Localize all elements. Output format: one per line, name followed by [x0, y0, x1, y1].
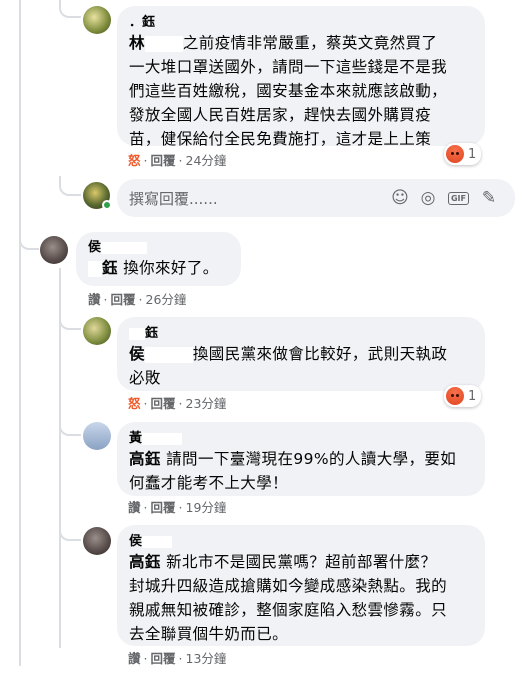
- comment-actions: 讚 · 回覆 · 26分鐘: [88, 292, 187, 308]
- angry-reaction-icon: [446, 145, 464, 163]
- timestamp[interactable]: 19分鐘: [186, 500, 227, 516]
- comment-text: 高鈺 請問一下臺灣現在99%的人讀大學，要如 何蠢才能考不上大學！: [129, 450, 457, 492]
- avatar[interactable]: [83, 6, 111, 34]
- sticker-icon[interactable]: ✎: [475, 184, 503, 212]
- reaction-link[interactable]: 怒: [128, 153, 141, 169]
- thread-elbow: [59, 310, 81, 330]
- comment-author[interactable]: ．鈺: [129, 14, 473, 31]
- reply-link[interactable]: 回覆: [111, 292, 136, 308]
- thread-elbow: [59, 0, 81, 18]
- thread-elbow: [59, 521, 81, 541]
- mention-link[interactable]: 高鈺: [129, 450, 161, 468]
- comment-bubble: 鈺 侯換國民黨來做會比較好，武則天執政 必敗: [117, 317, 485, 391]
- comment-actions: 讚 · 回覆 · 13分鐘: [128, 651, 227, 667]
- redaction-mask: [144, 346, 193, 363]
- like-link[interactable]: 讚: [128, 651, 141, 667]
- angry-reaction-icon: [446, 387, 464, 405]
- reply-input[interactable]: 撰寫回覆......: [129, 188, 386, 209]
- avatar[interactable]: [83, 317, 111, 345]
- reply-link[interactable]: 回覆: [151, 651, 176, 667]
- reaction-count-badge[interactable]: 1: [444, 143, 482, 165]
- comment-actions: 怒 · 回覆 · 24分鐘: [128, 153, 227, 169]
- thread-elbow: [59, 416, 81, 436]
- timestamp[interactable]: 26分鐘: [146, 292, 187, 308]
- mention-link[interactable]: 高鈺: [129, 553, 161, 571]
- thread-line: [19, 0, 21, 666]
- avatar[interactable]: [83, 527, 111, 555]
- avatar[interactable]: [40, 236, 68, 264]
- comment-text: 鈺 換你來好了。: [88, 256, 229, 280]
- comment-actions: 讚 · 回覆 · 19分鐘: [128, 500, 227, 516]
- comment-text: 高鈺 新北市不是國民黨嗎？超前部署什麼？ 封城升四級造成搶購如今變成感染熱點。我…: [129, 553, 448, 643]
- comment-author[interactable]: 侯: [129, 533, 473, 550]
- redaction-mask: [144, 35, 183, 52]
- reaction-link[interactable]: 怒: [128, 396, 141, 412]
- camera-icon[interactable]: ◎: [414, 184, 442, 212]
- redaction-mask: [88, 260, 102, 277]
- comment-author[interactable]: 侯: [88, 239, 229, 256]
- gif-icon[interactable]: GIF: [447, 191, 469, 205]
- reaction-count-badge[interactable]: 1: [444, 385, 482, 407]
- comment-text: 林之前疫情非常嚴重，蔡英文竟然買了 一大堆口罩送國外，請問一下這些錢是不是我 們…: [129, 34, 448, 148]
- reply-link[interactable]: 回覆: [151, 500, 176, 516]
- comment-bubble: 侯 高鈺 新北市不是國民黨嗎？超前部署什麼？ 封城升四級造成搶購如今變成感染熱點…: [117, 525, 485, 646]
- like-link[interactable]: 讚: [128, 500, 141, 516]
- comment-bubble: 侯 鈺 換你來好了。: [76, 232, 241, 286]
- mention-link[interactable]: 鈺: [102, 259, 118, 277]
- reply-link[interactable]: 回覆: [151, 396, 176, 412]
- mention-link[interactable]: 林: [129, 34, 145, 52]
- smiley-icon[interactable]: ☺: [386, 184, 414, 212]
- comment-text: 侯換國民黨來做會比較好，武則天執政 必敗: [129, 345, 448, 387]
- timestamp[interactable]: 13分鐘: [186, 651, 227, 667]
- thread-elbow: [19, 230, 39, 250]
- reply-composer[interactable]: 撰寫回覆...... ☺ ◎ GIF ✎: [117, 179, 515, 217]
- comment-author[interactable]: 鈺: [129, 325, 473, 342]
- comment-bubble: ．鈺 林之前疫情非常嚴重，蔡英文竟然買了 一大堆口罩送國外，請問一下這些錢是不是…: [117, 6, 485, 148]
- comment-bubble: 黃 高鈺 請問一下臺灣現在99%的人讀大學，要如 何蠢才能考不上大學！: [117, 422, 485, 496]
- mention-link[interactable]: 侯: [129, 345, 145, 363]
- timestamp[interactable]: 23分鐘: [186, 396, 227, 412]
- avatar[interactable]: [83, 422, 111, 450]
- reply-link[interactable]: 回覆: [151, 153, 176, 169]
- comment-author[interactable]: 黃: [129, 430, 473, 447]
- timestamp[interactable]: 24分鐘: [186, 153, 227, 169]
- like-link[interactable]: 讚: [88, 292, 101, 308]
- thread-elbow: [59, 176, 81, 196]
- online-status-dot: [102, 200, 112, 210]
- comment-actions: 怒 · 回覆 · 23分鐘: [128, 396, 227, 412]
